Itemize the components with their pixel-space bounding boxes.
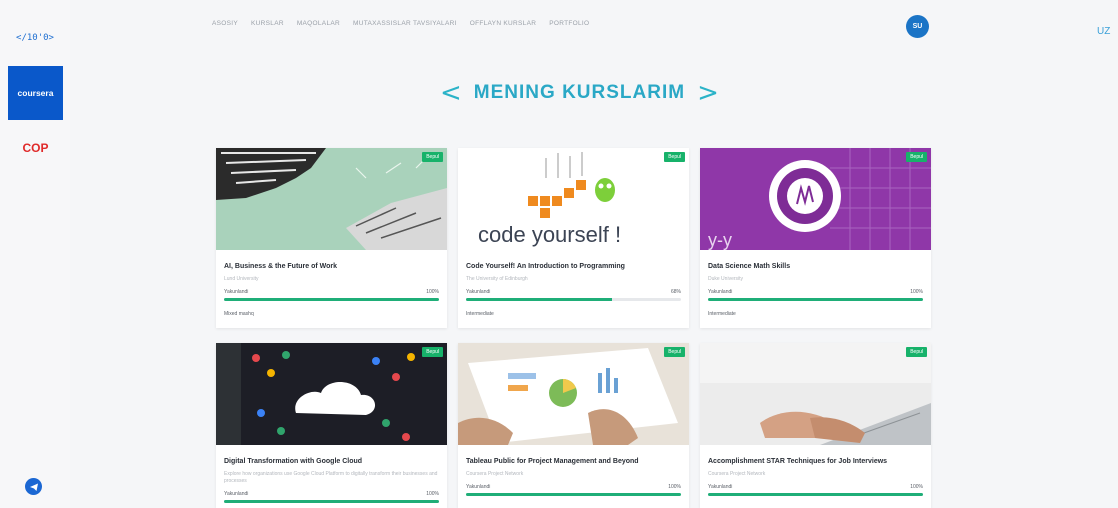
course-thumbnail: Bepul	[216, 343, 447, 445]
progress-fill	[708, 298, 923, 301]
course-thumbnail: y-y Bepul	[700, 148, 931, 250]
course-provider: Duke University	[708, 276, 744, 282]
course-card[interactable]: Bepul Digital Transformation with Google…	[216, 343, 447, 508]
sidebar: </10'0> coursera COP	[0, 0, 70, 508]
course-title[interactable]: Code Yourself! An Introduction to Progra…	[466, 262, 681, 272]
course-provider: Explore how organizations use Google Clo…	[224, 471, 438, 484]
chevron-left-icon[interactable]: <	[440, 80, 462, 106]
course-provider: The University of Edinburgh	[466, 276, 528, 282]
status-badge: Bepul	[906, 152, 927, 162]
language-switch[interactable]: UZ	[1097, 26, 1110, 37]
status-badge: Bepul	[664, 347, 685, 357]
title-row: < MENING KURSLARIM >	[440, 80, 719, 106]
course-thumbnail: Bepul	[458, 343, 689, 445]
progress-fill	[466, 298, 613, 301]
progress-percent: 100%	[910, 289, 923, 295]
progress-fill	[224, 500, 439, 503]
progress-bar	[466, 298, 681, 301]
progress-label: Yakunlandi	[708, 289, 733, 295]
course-title[interactable]: AI, Business & the Future of Work	[224, 262, 439, 272]
status-badge: Bepul	[664, 152, 685, 162]
course-thumbnail: Bepul	[216, 148, 447, 250]
status-badge: Bepul	[906, 347, 927, 357]
course-card[interactable]: y-y Bepul Data Science Math Skills Duke …	[700, 148, 931, 328]
nav-item-courses[interactable]: KURSLAR	[251, 20, 284, 34]
course-title[interactable]: Tableau Public for Project Management an…	[466, 457, 681, 467]
progress-label: Yakunlandi	[466, 484, 491, 490]
progress-bar	[708, 298, 923, 301]
course-level: Intermediate	[466, 311, 494, 317]
course-level: Intermediate	[708, 311, 736, 317]
sidebar-item-coursera[interactable]: coursera	[8, 66, 63, 120]
top-nav: ASOSIY KURSLAR MAQOLALAR MUTAXASSISLAR T…	[212, 20, 589, 34]
course-thumbnail: Bepul	[700, 343, 931, 445]
nav-item-articles[interactable]: MAQOLALAR	[297, 20, 340, 34]
progress-label: Yakunlandi	[708, 484, 733, 490]
chevron-right-icon[interactable]: >	[697, 80, 719, 106]
course-title[interactable]: Data Science Math Skills	[708, 262, 923, 272]
progress-fill	[708, 493, 923, 496]
page-title: MENING KURSLARIM	[473, 82, 686, 103]
progress-bar	[466, 493, 681, 496]
progress-percent: 100%	[910, 484, 923, 490]
nav-item-portfolio[interactable]: PORTFOLIO	[549, 20, 589, 34]
course-provider: Lund University	[224, 276, 259, 282]
course-card[interactable]: Bepul code yourself ! Code Yourself! An …	[458, 148, 689, 328]
progress-bar	[224, 298, 439, 301]
progress-percent: 100%	[668, 484, 681, 490]
course-level: Mixed mashq	[224, 311, 254, 317]
course-thumbnail: Bepul code yourself !	[458, 148, 689, 250]
progress-label: Yakunlandi	[224, 491, 249, 497]
progress-bar	[708, 493, 923, 496]
course-card[interactable]: Bepul Accomplishment STAR Techniques for…	[700, 343, 931, 508]
progress-percent: 68%	[670, 289, 681, 295]
progress-fill	[224, 298, 439, 301]
thumbnail-caption: code yourself !	[478, 222, 622, 247]
progress-fill	[466, 493, 681, 496]
progress-bar	[224, 500, 439, 503]
nav-item-experts[interactable]: MUTAXASSISLAR TAVSIYALARI	[353, 20, 457, 34]
progress-label: Yakunlandi	[224, 289, 249, 295]
course-title[interactable]: Accomplishment STAR Techniques for Job I…	[708, 457, 923, 467]
nav-item-home[interactable]: ASOSIY	[212, 20, 238, 34]
status-badge: Bepul	[422, 152, 443, 162]
user-avatar[interactable]: SU	[906, 15, 929, 38]
site-logo[interactable]: </10'0>	[0, 26, 70, 50]
progress-percent: 100%	[426, 491, 439, 497]
sidebar-item-cop[interactable]: COP	[8, 128, 63, 168]
progress-percent: 100%	[426, 289, 439, 295]
course-title[interactable]: Digital Transformation with Google Cloud	[224, 457, 439, 467]
progress-label: Yakunlandi	[466, 289, 491, 295]
course-card[interactable]: Bepul Tableau Public for Project Managem…	[458, 343, 689, 508]
svg-text:y-y: y-y	[708, 230, 732, 250]
telegram-icon[interactable]	[25, 478, 42, 495]
course-provider: Coursera Project Network	[708, 471, 766, 477]
course-card[interactable]: Bepul AI, Business & the Future of Work …	[216, 148, 447, 328]
course-provider: Coursera Project Network	[466, 471, 524, 477]
nav-item-offline[interactable]: OFFLAYN KURSLAR	[470, 20, 537, 34]
status-badge: Bepul	[422, 347, 443, 357]
